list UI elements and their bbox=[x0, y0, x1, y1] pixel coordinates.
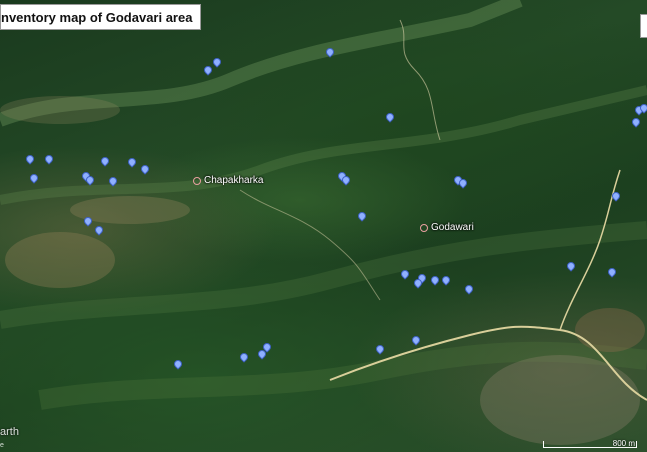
place-marker-chapakharka[interactable]: Chapakharka bbox=[193, 175, 263, 186]
place-label: Godawari bbox=[431, 222, 474, 233]
map-view[interactable]: nventory map of Godavari area Chapakhark… bbox=[0, 0, 647, 452]
map-title: nventory map of Godavari area bbox=[0, 4, 202, 30]
place-label: Chapakharka bbox=[204, 175, 264, 186]
imagery-watermark: arth bbox=[0, 426, 19, 438]
scale-label: 800 m bbox=[612, 439, 635, 448]
corner-panel[interactable] bbox=[640, 14, 647, 38]
place-marker-godawari[interactable]: Godawari bbox=[420, 222, 474, 233]
place-dot-icon bbox=[193, 176, 201, 185]
imagery-attribution: e bbox=[0, 442, 4, 449]
place-dot-icon bbox=[420, 223, 428, 232]
